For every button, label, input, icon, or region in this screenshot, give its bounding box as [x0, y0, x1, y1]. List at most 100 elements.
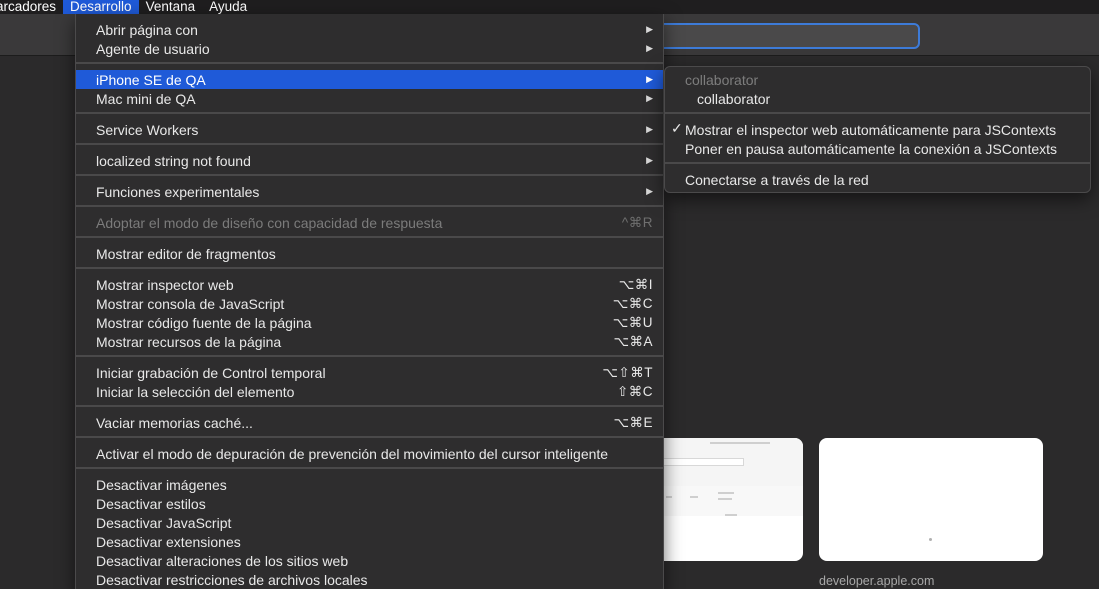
menu-item-label: Funciones experimentales: [96, 183, 260, 200]
device-submenu: collaborator collaborator ✓ Mostrar el i…: [664, 66, 1091, 193]
submenu-arrow-icon: ▶: [646, 93, 653, 103]
menu-item-shortcut: ⌥⌘U: [612, 314, 653, 330]
menubar-item-ventana[interactable]: Ventana: [139, 0, 203, 14]
menu-item-label: Desactivar estilos: [96, 495, 206, 512]
menu-separator: [76, 143, 663, 145]
tile-caption: developer.apple.com: [819, 574, 935, 588]
menu-item-label: Iniciar grabación de Control temporal: [96, 364, 326, 381]
menu-item-page-source[interactable]: Mostrar código fuente de la página ⌥⌘U: [76, 313, 663, 332]
menu-item-timeline-recording[interactable]: Iniciar grabación de Control temporal ⌥⇧…: [76, 363, 663, 382]
menu-item-disable-extensions[interactable]: Desactivar extensiones: [76, 532, 663, 551]
menu-item-page-resources[interactable]: Mostrar recursos de la página ⌥⌘A: [76, 332, 663, 351]
submenu-item-collaborator[interactable]: collaborator: [665, 89, 1090, 108]
submenu-item-auto-show-inspector[interactable]: ✓ Mostrar el inspector web automáticamen…: [665, 120, 1090, 139]
tile-preview-line: [718, 492, 734, 494]
submenu-item-label: Poner en pausa automáticamente la conexi…: [685, 140, 1058, 157]
menu-separator: [76, 62, 663, 64]
menu-item-empty-caches[interactable]: Vaciar memorias caché... ⌥⌘E: [76, 413, 663, 432]
menu-bar: arcadores Desarrollo Ventana Ayuda: [0, 0, 1099, 14]
menubar-item-desarrollo[interactable]: Desarrollo: [63, 0, 139, 14]
menu-item-shortcut: ⌥⌘C: [612, 295, 653, 311]
menu-item-label: Activar el modo de depuración de prevenc…: [96, 445, 609, 462]
menu-item-experimental-features[interactable]: Funciones experimentales ▶: [76, 182, 663, 201]
submenu-item-auto-pause[interactable]: Poner en pausa automáticamente la conexi…: [665, 139, 1090, 158]
tile-preview-band: [640, 486, 803, 516]
menu-item-itp-debug-mode[interactable]: Activar el modo de depuración de prevenc…: [76, 444, 663, 463]
menu-item-label: Desactivar JavaScript: [96, 514, 232, 531]
menu-item-label: Desactivar restricciones de archivos loc…: [96, 571, 368, 588]
menu-separator: [76, 436, 663, 438]
menu-item-responsive-design-mode: Adoptar el modo de diseño con capacidad …: [76, 213, 663, 232]
menu-item-shortcut: ⌥⌘E: [613, 414, 653, 430]
submenu-item-label: collaborator: [697, 90, 771, 107]
menu-item-js-console[interactable]: Mostrar consola de JavaScript ⌥⌘C: [76, 294, 663, 313]
menubar-item-ayuda[interactable]: Ayuda: [202, 0, 254, 14]
menu-item-shortcut: ^⌘R: [621, 214, 653, 230]
menubar-item-marcadores[interactable]: arcadores: [0, 0, 63, 14]
menu-item-iphone-se-qa[interactable]: iPhone SE de QA ▶: [76, 70, 663, 89]
submenu-item-label: Mostrar el inspector web automáticamente…: [685, 121, 1057, 138]
menu-separator: [76, 205, 663, 207]
menu-separator: [76, 236, 663, 238]
menu-item-label: Mac mini de QA: [96, 90, 196, 107]
menu-item-label: Desactivar alteraciones de los sitios we…: [96, 552, 349, 569]
menu-item-element-selection[interactable]: Iniciar la selección del elemento ⇧⌘C: [76, 382, 663, 401]
menu-separator: [76, 405, 663, 407]
menu-item-disable-images[interactable]: Desactivar imágenes: [76, 475, 663, 494]
submenu-arrow-icon: ▶: [646, 155, 653, 165]
menu-item-disable-site-quirks[interactable]: Desactivar alteraciones de los sitios we…: [76, 551, 663, 570]
top-site-tile[interactable]: [819, 438, 1043, 561]
menu-item-label: Desactivar imágenes: [96, 476, 227, 493]
submenu-arrow-icon: ▶: [646, 24, 653, 34]
tile-preview-line: [666, 496, 672, 498]
menu-item-web-inspector[interactable]: Mostrar inspector web ⌥⌘I: [76, 275, 663, 294]
menu-item-label: Mostrar editor de fragmentos: [96, 245, 276, 262]
submenu-arrow-icon: ▶: [646, 43, 653, 53]
submenu-arrow-icon: ▶: [646, 74, 653, 84]
tile-preview-line: [725, 514, 737, 516]
menu-item-shortcut: ⌥⇧⌘T: [602, 364, 653, 380]
submenu-item-connect-via-network[interactable]: Conectarse a través de la red: [665, 170, 1090, 189]
tile-preview-line: [710, 442, 770, 444]
menu-item-shortcut: ⌥⌘I: [618, 276, 653, 292]
top-site-tile[interactable]: [640, 438, 803, 561]
tile-preview-dot: [929, 538, 932, 541]
menu-separator: [76, 112, 663, 114]
menu-item-label: Mostrar consola de JavaScript: [96, 295, 285, 312]
menu-item-label: Vaciar memorias caché...: [96, 414, 253, 431]
tile-preview-line: [718, 498, 732, 500]
menu-item-disable-styles[interactable]: Desactivar estilos: [76, 494, 663, 513]
menu-item-label: Adoptar el modo de diseño con capacidad …: [96, 214, 443, 231]
menu-item-label: Mostrar código fuente de la página: [96, 314, 312, 331]
menu-item-shortcut: ⌥⌘A: [613, 333, 653, 349]
menu-separator: [665, 162, 1090, 164]
submenu-arrow-icon: ▶: [646, 186, 653, 196]
menu-separator: [76, 467, 663, 469]
menu-item-label: Service Workers: [96, 121, 199, 138]
checkmark-icon: ✓: [671, 120, 683, 136]
tile-preview-field: [662, 458, 744, 466]
submenu-header: collaborator: [685, 71, 759, 88]
submenu-arrow-icon: ▶: [646, 124, 653, 134]
menu-item-service-workers[interactable]: Service Workers ▶: [76, 120, 663, 139]
menu-item-mac-mini-qa[interactable]: Mac mini de QA ▶: [76, 89, 663, 108]
menu-item-label: iPhone SE de QA: [96, 71, 206, 88]
menu-item-disable-local-file-restrictions[interactable]: Desactivar restricciones de archivos loc…: [76, 570, 663, 589]
develop-menu: Abrir página con ▶ Agente de usuario ▶ i…: [75, 14, 664, 589]
menu-item-label: Mostrar recursos de la página: [96, 333, 282, 350]
menu-separator: [76, 267, 663, 269]
menu-separator: [76, 355, 663, 357]
menu-item-user-agent[interactable]: Agente de usuario ▶: [76, 39, 663, 58]
menu-item-label: Desactivar extensiones: [96, 533, 241, 550]
menu-item-label: Abrir página con: [96, 21, 198, 38]
tile-preview-line: [690, 496, 698, 498]
menu-item-label: Mostrar inspector web: [96, 276, 234, 293]
menu-item-open-page-with[interactable]: Abrir página con ▶: [76, 20, 663, 39]
menu-item-disable-javascript[interactable]: Desactivar JavaScript: [76, 513, 663, 532]
menu-item-snippet-editor[interactable]: Mostrar editor de fragmentos: [76, 244, 663, 263]
menu-item-localized-string[interactable]: localized string not found ▶: [76, 151, 663, 170]
menu-separator: [665, 112, 1090, 114]
menu-separator: [76, 174, 663, 176]
menu-item-shortcut: ⇧⌘C: [616, 383, 653, 399]
menu-item-label: Iniciar la selección del elemento: [96, 383, 295, 400]
